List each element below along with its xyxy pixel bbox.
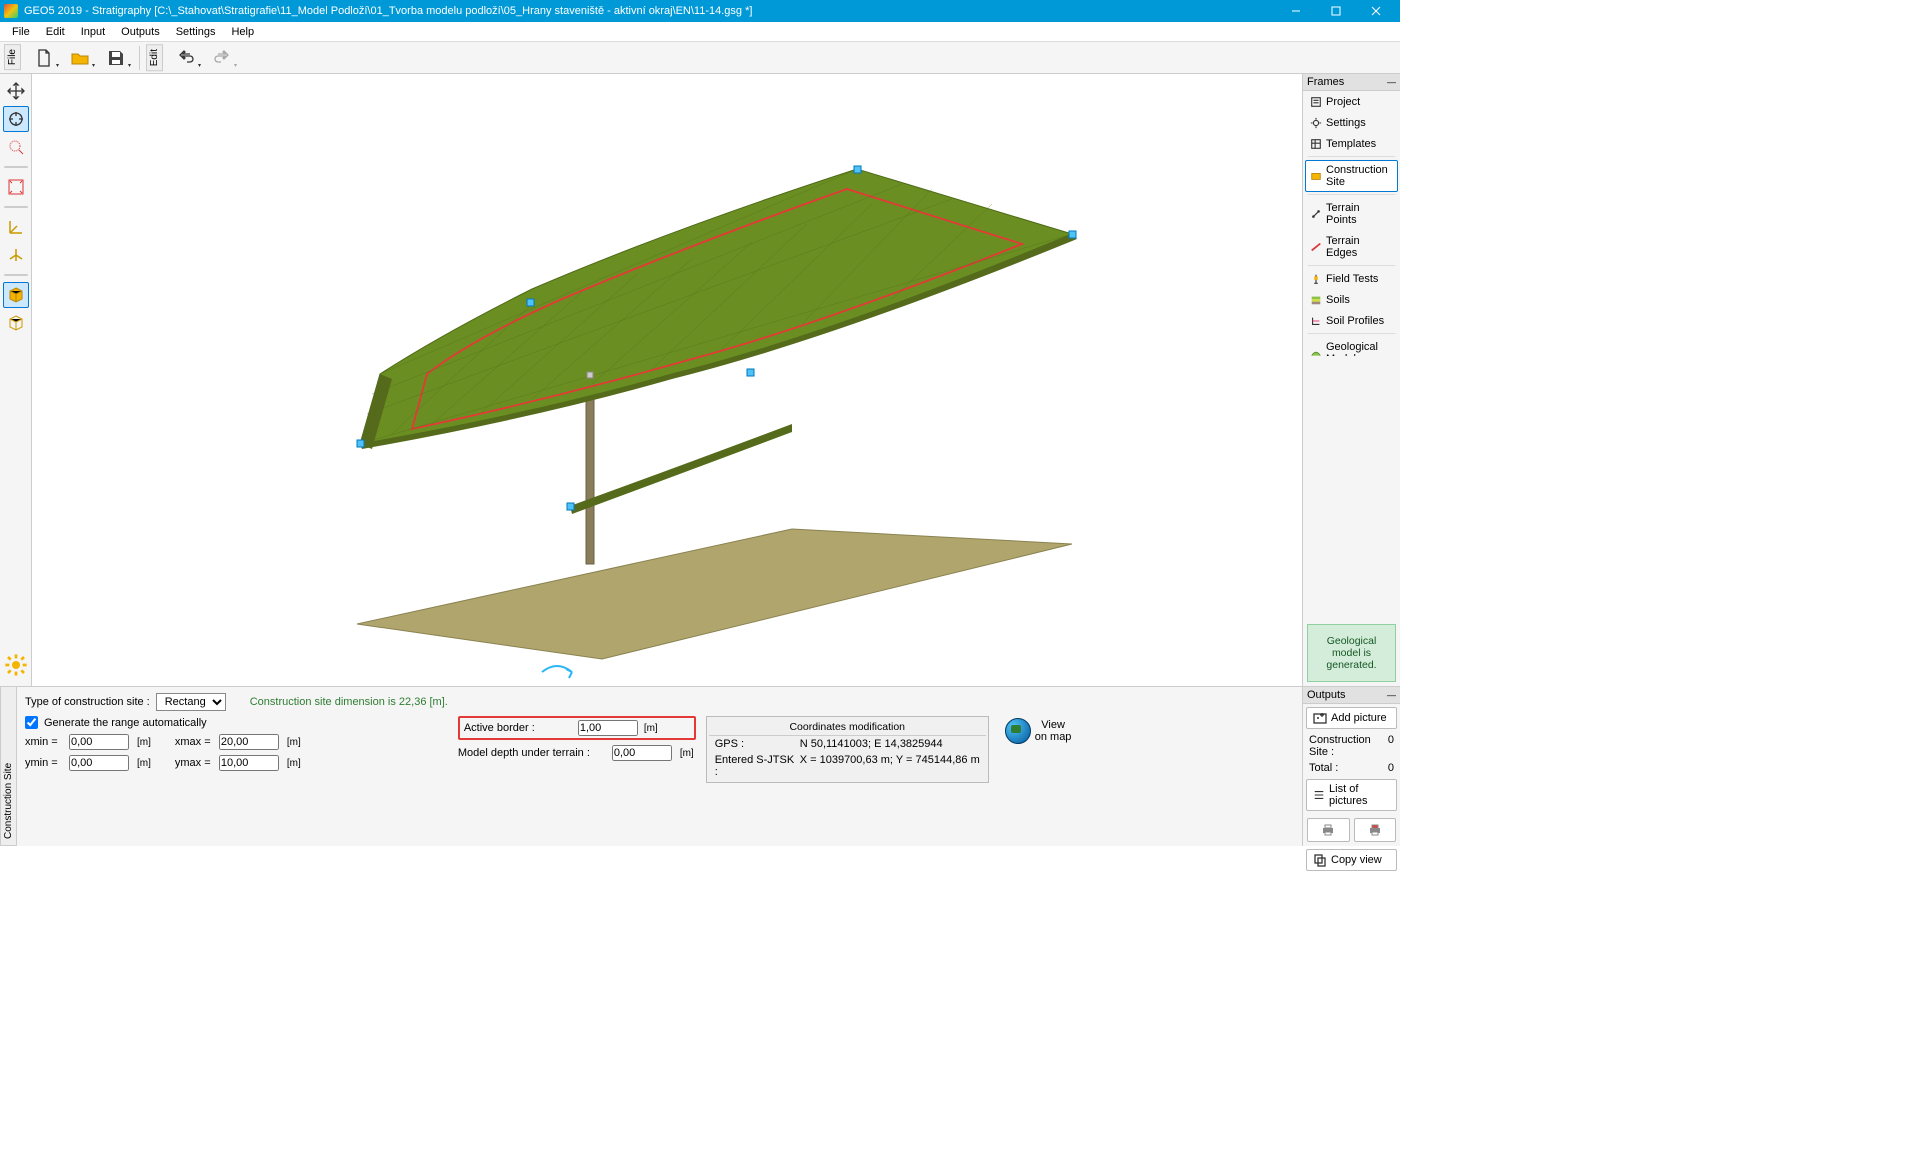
model-status-box: Geological model is generated. <box>1307 624 1396 682</box>
frame-item-templates[interactable]: Templates <box>1305 134 1398 154</box>
constr-icon <box>1310 170 1322 182</box>
axes-alt-tool[interactable] <box>3 242 29 268</box>
frame-item-project[interactable]: Project <box>1305 92 1398 112</box>
frame-item-soils[interactable]: Soils <box>1305 290 1398 310</box>
view-solid-tool[interactable] <box>3 282 29 308</box>
printer-color-icon <box>1368 823 1382 837</box>
type-select[interactable]: Rectangle <box>156 693 226 711</box>
close-button[interactable] <box>1356 0 1396 22</box>
zoom-extents-tool[interactable] <box>3 174 29 200</box>
outputs-collapse-button[interactable]: — <box>1387 690 1396 700</box>
menu-edit[interactable]: Edit <box>38 24 73 40</box>
settings-icon <box>1310 117 1322 129</box>
menu-help[interactable]: Help <box>223 24 262 40</box>
coord-header[interactable]: Coordinates modification <box>709 719 986 736</box>
zoom-region-tool[interactable] <box>3 134 29 160</box>
frame-item-field[interactable]: Field Tests <box>1305 269 1398 289</box>
edges-icon <box>1310 241 1322 253</box>
axes-tool[interactable] <box>3 214 29 240</box>
depth-input[interactable] <box>612 745 672 761</box>
frame-item-edges[interactable]: Terrain Edges <box>1305 231 1398 263</box>
autogen-checkbox[interactable] <box>25 716 38 729</box>
add-picture-button[interactable]: Add picture <box>1306 707 1397 729</box>
printer-icon <box>1321 823 1335 837</box>
menu-outputs[interactable]: Outputs <box>113 24 168 40</box>
side-tab-construction-site[interactable]: Construction Site <box>0 686 17 846</box>
xmax-label: xmax = <box>175 736 213 748</box>
frame-item-profiles[interactable]: Soil Profiles <box>1305 311 1398 331</box>
list-icon <box>1313 788 1325 802</box>
tool-separator <box>4 206 28 208</box>
main-area: Frames — ProjectSettingsTemplates Constru… <box>0 74 1400 686</box>
templates-icon <box>1310 138 1322 150</box>
print-button-1[interactable] <box>1307 818 1350 842</box>
bottom-wrap: Construction Site Type of construction s… <box>0 686 1400 846</box>
frames-header: Frames — <box>1303 74 1400 91</box>
frames-panel: Frames — ProjectSettingsTemplates Constru… <box>1302 74 1400 686</box>
coordinates-box: Coordinates modification GPS :N 50,11410… <box>706 716 989 783</box>
profiles-icon <box>1310 315 1322 327</box>
geo-icon <box>1310 347 1322 356</box>
window-title: GEO5 2019 - Stratigraphy [C:\_Stahovat\S… <box>24 5 1276 17</box>
autogen-label: Generate the range automatically <box>44 717 207 729</box>
copy-view-button[interactable]: Copy view <box>1306 849 1397 871</box>
xmin-input[interactable] <box>69 734 129 750</box>
depth-label: Model depth under terrain : <box>458 747 606 759</box>
ymax-input[interactable] <box>219 755 279 771</box>
active-border-label: Active border : <box>464 722 574 734</box>
field-icon <box>1310 273 1322 285</box>
undo-button[interactable]: ▾ <box>169 45 203 71</box>
redo-button[interactable]: ▾ <box>205 45 239 71</box>
titlebar: GEO5 2019 - Stratigraphy [C:\_Stahovat\S… <box>0 0 1400 22</box>
new-file-button[interactable]: ▾ <box>27 45 61 71</box>
frame-item-geo[interactable]: Geological Model <box>1305 337 1398 356</box>
minimize-button[interactable] <box>1276 0 1316 22</box>
viewport-3d[interactable] <box>32 74 1302 686</box>
app-logo-icon <box>4 4 18 18</box>
toolbar-separator <box>139 46 140 70</box>
pan-tool[interactable] <box>3 78 29 104</box>
maximize-button[interactable] <box>1316 0 1356 22</box>
project-icon <box>1310 96 1322 108</box>
outputs-header: Outputs — <box>1303 687 1400 704</box>
ymax-label: ymax = <box>175 757 213 769</box>
view-on-map-button[interactable]: View on map <box>999 716 1078 746</box>
view-wire-tool[interactable] <box>3 310 29 336</box>
open-file-button[interactable]: ▾ <box>63 45 97 71</box>
globe-icon <box>1005 718 1031 744</box>
frame-item-constr[interactable]: Construction Site <box>1305 160 1398 192</box>
frame-item-points[interactable]: Terrain Points <box>1305 198 1398 230</box>
soils-icon <box>1310 294 1322 306</box>
outputs-panel: Outputs — Add picture Construction Site … <box>1302 686 1400 846</box>
frame-item-settings[interactable]: Settings <box>1305 113 1398 133</box>
construction-site-panel: Type of construction site : Rectangle Co… <box>17 686 1302 846</box>
menu-settings[interactable]: Settings <box>168 24 224 40</box>
toolbar: File ▾ ▾ ▾ Edit ▾ ▾ <box>0 42 1400 74</box>
settings-gear-button[interactable] <box>3 652 29 678</box>
menu-file[interactable]: File <box>4 24 38 40</box>
tool-separator <box>4 166 28 168</box>
copy-icon <box>1313 853 1327 867</box>
left-toolstrip <box>0 74 32 686</box>
side-tab-edit[interactable]: Edit <box>146 44 163 71</box>
tool-separator <box>4 274 28 276</box>
active-border-input[interactable] <box>578 720 638 736</box>
xmin-label: xmin = <box>25 736 63 748</box>
print-button-2[interactable] <box>1354 818 1397 842</box>
menu-input[interactable]: Input <box>73 24 113 40</box>
frames-collapse-button[interactable]: — <box>1387 77 1396 87</box>
save-file-button[interactable]: ▾ <box>99 45 133 71</box>
rotate-tool[interactable] <box>3 106 29 132</box>
ymin-label: ymin = <box>25 757 63 769</box>
dimension-text: Construction site dimension is 22,36 [m]… <box>250 696 448 708</box>
list-pictures-button[interactable]: List of pictures <box>1306 779 1397 811</box>
type-label: Type of construction site : <box>25 696 150 708</box>
menubar: File Edit Input Outputs Settings Help <box>0 22 1400 42</box>
xmax-input[interactable] <box>219 734 279 750</box>
active-border-group: Active border : [m] <box>458 716 696 740</box>
ymin-input[interactable] <box>69 755 129 771</box>
add-picture-icon <box>1313 711 1327 725</box>
side-tab-file[interactable]: File <box>4 44 21 70</box>
points-icon <box>1310 208 1322 220</box>
